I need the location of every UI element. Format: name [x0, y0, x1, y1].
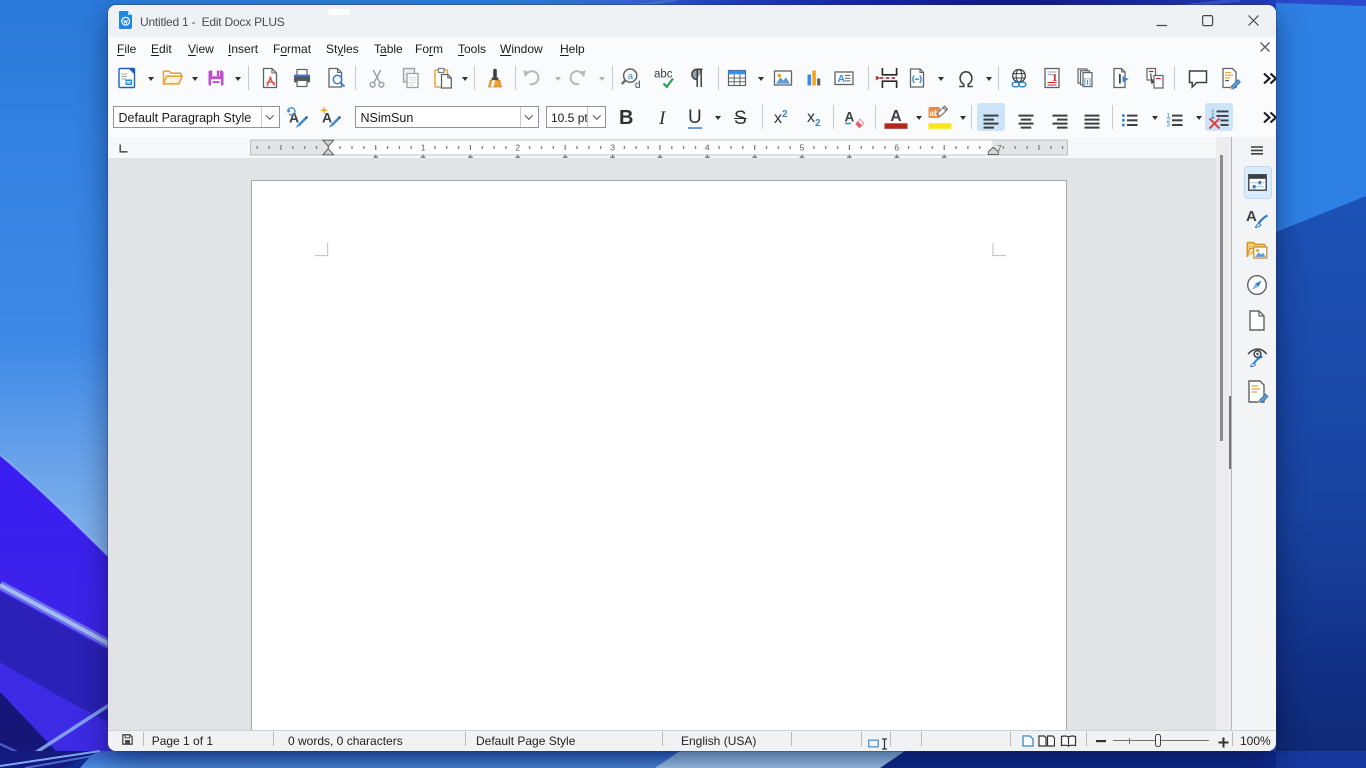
svg-text:A: A: [837, 73, 845, 85]
svg-text:A: A: [289, 110, 299, 126]
svg-text:A: A: [890, 108, 901, 125]
svg-text:5: 5: [800, 142, 805, 152]
svg-text:6: 6: [894, 142, 899, 152]
svg-text:d: d: [635, 80, 641, 90]
svg-text:abc: abc: [654, 69, 673, 81]
svg-text:3: 3: [610, 142, 615, 152]
svg-text:A: A: [1246, 208, 1257, 225]
svg-text:1: 1: [1211, 110, 1215, 117]
svg-text:2: 2: [515, 142, 520, 152]
svg-text:1: 1: [421, 142, 426, 152]
svg-text:[i]: [i]: [1083, 77, 1090, 88]
svg-text:4: 4: [705, 142, 710, 152]
svg-text:a: a: [628, 71, 634, 82]
svg-text:A: A: [845, 110, 855, 125]
svg-text:3: 3: [1166, 122, 1170, 129]
